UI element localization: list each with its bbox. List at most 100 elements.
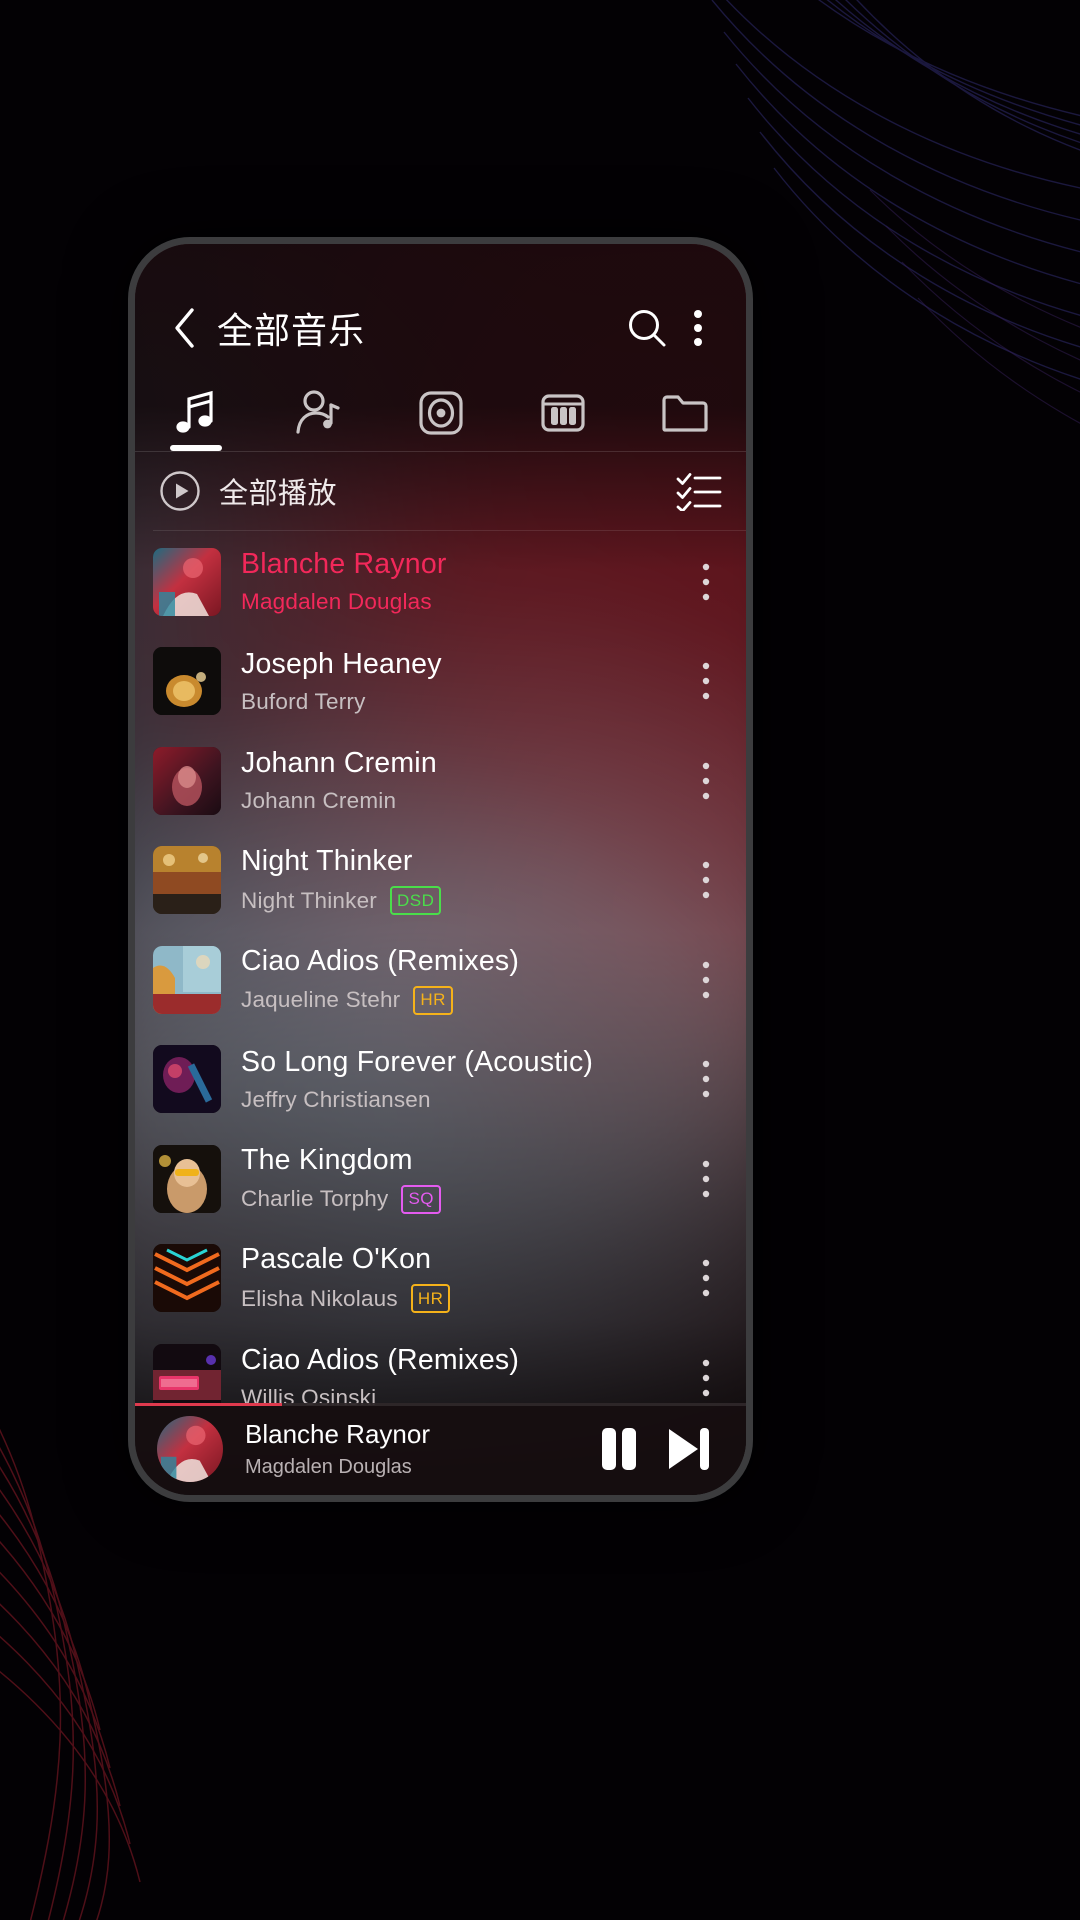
song-subtitle: Magdalen Douglas: [241, 589, 680, 615]
album-cover-image: [153, 1343, 221, 1405]
album-cover-image: [153, 547, 221, 616]
album-cover-image: [153, 1144, 221, 1213]
song-title: Johann Cremin: [241, 747, 437, 780]
album-cover: [153, 945, 221, 1014]
song-subtitle: Jeffry Christiansen: [241, 1087, 680, 1113]
album-cover: [153, 1144, 221, 1213]
song-row[interactable]: The Kingdom Charlie Torphy SQ: [135, 1129, 746, 1229]
overflow-menu-icon: [702, 862, 710, 899]
back-button[interactable]: [157, 301, 211, 355]
quality-badge: DSD: [390, 886, 442, 916]
song-title: The Kingdom: [241, 1143, 413, 1176]
tab-albums[interactable]: [379, 375, 501, 451]
overflow-menu-button[interactable]: [676, 299, 720, 357]
song-row[interactable]: So Long Forever (Acoustic) Jeffry Christ…: [135, 1030, 746, 1130]
song-row[interactable]: Blanche Raynor Magdalen Douglas: [135, 532, 746, 632]
song-overflow-button[interactable]: [680, 1143, 732, 1215]
overflow-menu-icon: [702, 1061, 710, 1098]
mini-player-bar[interactable]: Blanche Raynor Magdalen Douglas: [135, 1403, 746, 1495]
album-cover-image: [153, 846, 221, 915]
artist-icon: [296, 390, 340, 434]
category-tab-bar: [135, 375, 746, 451]
song-overflow-button[interactable]: [680, 844, 732, 916]
song-title: So Long Forever (Acoustic): [241, 1045, 594, 1078]
phone-screen: 全部音乐 全部播放 Blanche Raynor Magdalen Dougla…: [135, 244, 746, 1495]
song-row[interactable]: Pascale O'Kon Elisha Nikolaus HR: [135, 1229, 746, 1329]
play-all-row: 全部播放: [135, 452, 746, 530]
music-note-icon: [176, 390, 213, 433]
playback-progress-track[interactable]: [135, 1403, 746, 1406]
overflow-menu-icon: [702, 762, 710, 799]
song-info: Ciao Adios (Remixes) Jaqueline Stehr HR: [241, 945, 680, 1015]
song-artist: Night Thinker: [241, 887, 377, 913]
song-info: Blanche Raynor Magdalen Douglas: [241, 548, 680, 615]
multi-select-button[interactable]: [676, 471, 722, 511]
chevron-left-icon: [175, 308, 194, 348]
skip-next-icon: [669, 1428, 709, 1470]
album-cover-image: [153, 746, 221, 815]
play-all-button[interactable]: 全部播放: [159, 470, 337, 512]
song-artist: Willis Osinski: [241, 1385, 377, 1405]
search-icon: [629, 310, 666, 347]
tab-genres[interactable]: [502, 375, 624, 451]
mini-player-info: Blanche Raynor Magdalen Douglas: [245, 1419, 584, 1479]
tab-folders[interactable]: [624, 375, 746, 451]
album-cover-image: [157, 1416, 223, 1482]
play-all-label: 全部播放: [219, 478, 338, 510]
tab-songs[interactable]: [135, 375, 257, 451]
song-subtitle: Johann Cremin: [241, 788, 680, 814]
song-info: Ciao Adios (Remixes) Willis Osinski: [241, 1344, 680, 1405]
song-title: Ciao Adios (Remixes): [241, 944, 520, 977]
song-row[interactable]: Night Thinker Night Thinker DSD: [135, 831, 746, 931]
song-overflow-button[interactable]: [680, 944, 732, 1016]
quality-badge: HR: [413, 985, 453, 1015]
song-info: Johann Cremin Johann Cremin: [241, 747, 680, 814]
album-cover: [153, 1244, 221, 1313]
song-overflow-button[interactable]: [680, 645, 732, 717]
folder-icon: [662, 395, 708, 432]
song-row[interactable]: Johann Cremin Johann Cremin: [135, 731, 746, 831]
overflow-menu-icon: [702, 663, 710, 700]
song-artist: Elisha Nikolaus: [241, 1285, 398, 1311]
song-row[interactable]: Joseph Heaney Buford Terry: [135, 632, 746, 732]
album-cover: [153, 647, 221, 716]
page-title: 全部音乐: [217, 310, 366, 351]
overflow-menu-icon: [702, 563, 710, 600]
song-row[interactable]: Ciao Adios (Remixes) Jaqueline Stehr HR: [135, 930, 746, 1030]
song-title: Blanche Raynor: [241, 548, 447, 581]
song-overflow-button[interactable]: [680, 1242, 732, 1314]
checklist-icon: [676, 473, 722, 511]
song-artist: Jaqueline Stehr: [241, 987, 401, 1013]
pause-button[interactable]: [584, 1414, 654, 1484]
album-cover: [153, 1343, 221, 1405]
song-subtitle: Elisha Nikolaus HR: [241, 1284, 680, 1314]
song-subtitle: Buford Terry: [241, 689, 680, 715]
song-subtitle: Willis Osinski: [241, 1385, 680, 1405]
song-list[interactable]: Blanche Raynor Magdalen Douglas Joseph H…: [135, 532, 746, 1405]
overflow-menu-icon: [702, 1359, 710, 1396]
song-row[interactable]: Ciao Adios (Remixes) Willis Osinski: [135, 1328, 746, 1405]
next-track-button[interactable]: [654, 1414, 724, 1484]
phone-device-frame: 全部音乐 全部播放 Blanche Raynor Magdalen Dougla…: [128, 237, 753, 1502]
mini-player-album-cover[interactable]: [157, 1416, 223, 1482]
song-info: Pascale O'Kon Elisha Nikolaus HR: [241, 1243, 680, 1314]
play-all-divider: [153, 530, 746, 531]
song-artist: Charlie Torphy: [241, 1186, 389, 1212]
song-artist: Johann Cremin: [241, 788, 397, 814]
pause-icon: [602, 1428, 636, 1470]
play-circle-icon: [160, 471, 200, 511]
search-button[interactable]: [618, 299, 676, 357]
album-cover-image: [153, 1045, 221, 1114]
song-overflow-button[interactable]: [680, 745, 732, 817]
album-cover: [153, 547, 221, 616]
song-artist: Magdalen Douglas: [241, 589, 432, 615]
song-title: Pascale O'Kon: [241, 1243, 432, 1276]
overflow-menu-icon: [694, 310, 702, 346]
tab-artists[interactable]: [257, 375, 379, 451]
song-info: Night Thinker Night Thinker DSD: [241, 845, 680, 916]
song-overflow-button[interactable]: [680, 1043, 732, 1115]
song-title: Ciao Adios (Remixes): [241, 1344, 520, 1377]
song-overflow-button[interactable]: [680, 1342, 732, 1405]
song-overflow-button[interactable]: [680, 546, 732, 618]
song-title: Joseph Heaney: [241, 647, 442, 680]
